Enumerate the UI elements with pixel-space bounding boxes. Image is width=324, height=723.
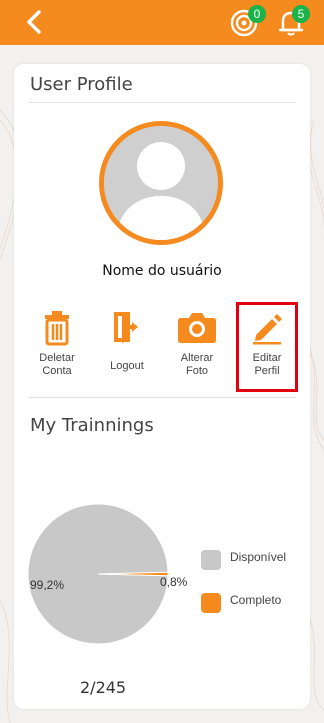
- delete-account-button[interactable]: Deletar Conta: [24, 306, 90, 392]
- legend-label-completed: Completo: [230, 593, 282, 607]
- divider: [28, 102, 296, 103]
- avatar[interactable]: [99, 121, 223, 245]
- chevron-left-icon[interactable]: [22, 9, 48, 35]
- pencil-icon: [253, 314, 282, 345]
- delete-account-label: Deletar Conta: [39, 352, 75, 377]
- camera-icon: [178, 313, 216, 343]
- notification-badge-left: 0: [248, 5, 266, 23]
- change-photo-button[interactable]: Alterar Foto: [164, 306, 230, 392]
- legend-swatch-available: [201, 550, 221, 570]
- logout-icon: [114, 312, 138, 343]
- legend-label-available: Disponível: [230, 550, 287, 564]
- divider: [28, 397, 296, 398]
- legend-swatch-completed: [201, 593, 221, 613]
- profile-card: User Profile Nome do usuário Deletar Con…: [14, 64, 310, 709]
- username: Nome do usuário: [102, 263, 222, 279]
- section-title-user-profile: User Profile: [30, 74, 133, 95]
- app-header: 0 5: [0, 0, 324, 45]
- trash-icon: [45, 311, 69, 346]
- edit-profile-button[interactable]: Editar Perfil: [236, 302, 298, 392]
- pie-label-available: 99,2%: [30, 578, 65, 592]
- logout-button[interactable]: Logout: [94, 306, 160, 392]
- user-silhouette-icon: [104, 126, 218, 240]
- notification-badge-right: 5: [292, 5, 310, 23]
- logout-label: Logout: [110, 360, 144, 372]
- change-photo-label: Alterar Foto: [180, 352, 214, 377]
- trainings-ratio: 2/245: [80, 678, 127, 697]
- section-title-trainings: My Trainnings: [30, 415, 154, 436]
- pie-label-completed: 0,8%: [160, 575, 188, 589]
- edit-profile-label: Editar Perfil: [252, 352, 282, 377]
